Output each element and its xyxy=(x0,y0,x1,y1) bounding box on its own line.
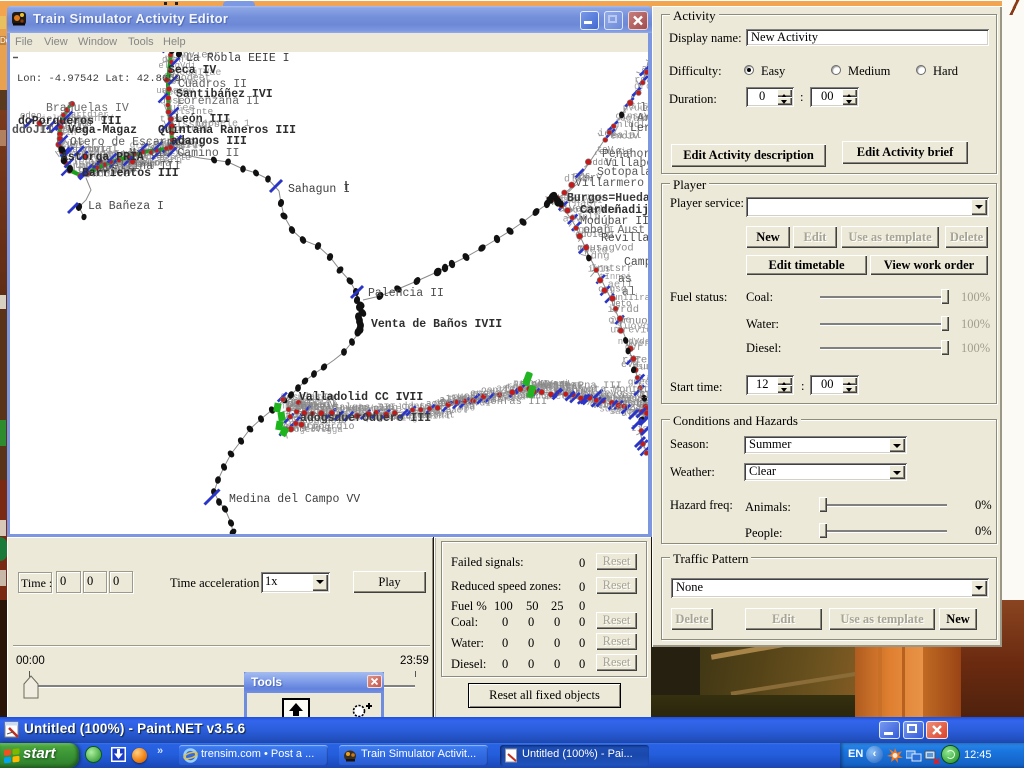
svg-text:Lorenzana II: Lorenzana II xyxy=(177,95,260,108)
svg-text:Lon: -4.97542 Lat: 42.8659: Lon: -4.97542 Lat: 42.8659 xyxy=(17,73,181,85)
svg-text:adogsduerOduero III: adogsduerOduero III xyxy=(300,412,431,425)
svg-text:Seca IV: Seca IV xyxy=(168,64,216,77)
svg-text:Villarmero: Villarmero xyxy=(575,177,644,190)
svg-text:ontas III: ontas III xyxy=(600,390,648,402)
svg-text:Revilla: Revilla xyxy=(601,232,648,245)
svg-text:Martin Camino II: Martin Camino II xyxy=(129,147,239,160)
svg-text:ddoJII: ddoJII xyxy=(12,124,54,137)
svg-text:Venta de Baños IVII: Venta de Baños IVII xyxy=(371,318,502,331)
svg-text:as: as xyxy=(618,273,632,286)
svg-text:Barrientos III: Barrientos III xyxy=(82,167,179,180)
svg-text:Medina del Campo VV: Medina del Campo VV xyxy=(229,493,360,506)
svg-text:Lanza de: Lanza de xyxy=(610,402,648,414)
svg-text:Palencia II: Palencia II xyxy=(368,287,444,300)
svg-text:al: al xyxy=(622,286,636,299)
svg-text:Lerm: Lerm xyxy=(630,122,648,135)
svg-text:Brañuelas IV: Brañuelas IV xyxy=(46,102,129,115)
svg-text:enoMa: enoMa xyxy=(470,388,502,400)
svg-text:La Bañeza I: La Bañeza I xyxy=(88,200,164,213)
svg-text:Sahagun I: Sahagun I xyxy=(288,183,350,196)
svg-text:uoVo: uoVo xyxy=(624,321,648,333)
svg-text:Camp: Camp xyxy=(624,256,648,269)
